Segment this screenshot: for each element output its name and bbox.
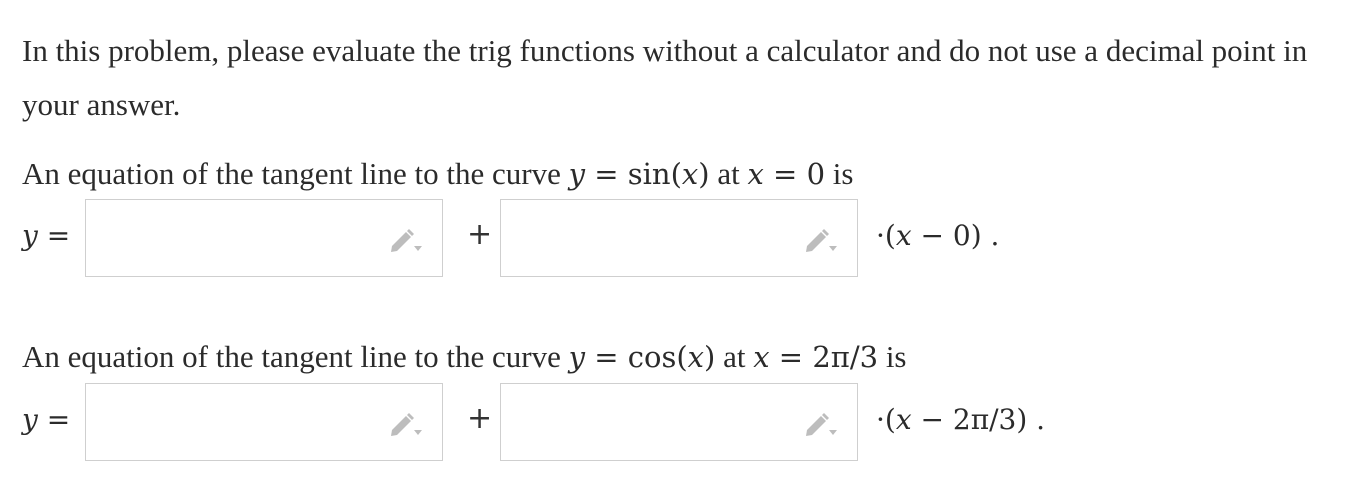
problem-page: In this problem, please evaluate the tri… — [0, 0, 1350, 486]
question-2-suffix: is — [878, 339, 907, 374]
question-2-prefix: An equation of the tangent line to the c… — [22, 339, 569, 374]
pencil-icon[interactable] — [803, 410, 839, 438]
question-1-curve: y = sin(x) — [568, 157, 710, 191]
instructions: In this problem, please evaluate the tri… — [22, 33, 1308, 122]
plus-sign: + — [467, 217, 493, 252]
answer-2-slope-box[interactable] — [500, 383, 858, 461]
answer-1-intercept-input[interactable] — [86, 200, 376, 276]
pencil-icon[interactable] — [803, 226, 839, 254]
answer-2-slope-input[interactable] — [501, 384, 791, 460]
answer-1-intercept-box[interactable] — [85, 199, 443, 277]
answer-1-tail: ·(x − 0) . — [876, 219, 1000, 252]
answer-2-intercept-box[interactable] — [85, 383, 443, 461]
question-1-prefix: An equation of the tangent line to the c… — [22, 156, 569, 191]
plus-sign: + — [467, 401, 493, 436]
answer-row-1: y = + ·(x − 0) . — [0, 199, 1350, 279]
question-1-point: x = 0 — [747, 157, 826, 191]
question-2-point: x = 2π/3 — [753, 340, 879, 374]
question-2-curve: y = cos(x) — [568, 340, 716, 374]
answer-1-slope-box[interactable] — [500, 199, 858, 277]
question-2-at: at — [715, 339, 754, 374]
answer-2-intercept-input[interactable] — [86, 384, 376, 460]
question-2: An equation of the tangent line to the c… — [22, 337, 907, 377]
pencil-icon[interactable] — [388, 410, 424, 438]
pencil-icon[interactable] — [388, 226, 424, 254]
answer-1-lhs: y = — [22, 219, 71, 252]
answer-row-2: y = + ·(x − 2π/3) . — [0, 383, 1350, 463]
answer-2-lhs: y = — [22, 403, 71, 436]
answer-1-slope-input[interactable] — [501, 200, 791, 276]
question-1: An equation of the tangent line to the c… — [22, 154, 853, 194]
answer-2-tail: ·(x − 2π/3) . — [876, 403, 1046, 436]
question-1-suffix: is — [825, 156, 854, 191]
question-1-at: at — [709, 156, 748, 191]
